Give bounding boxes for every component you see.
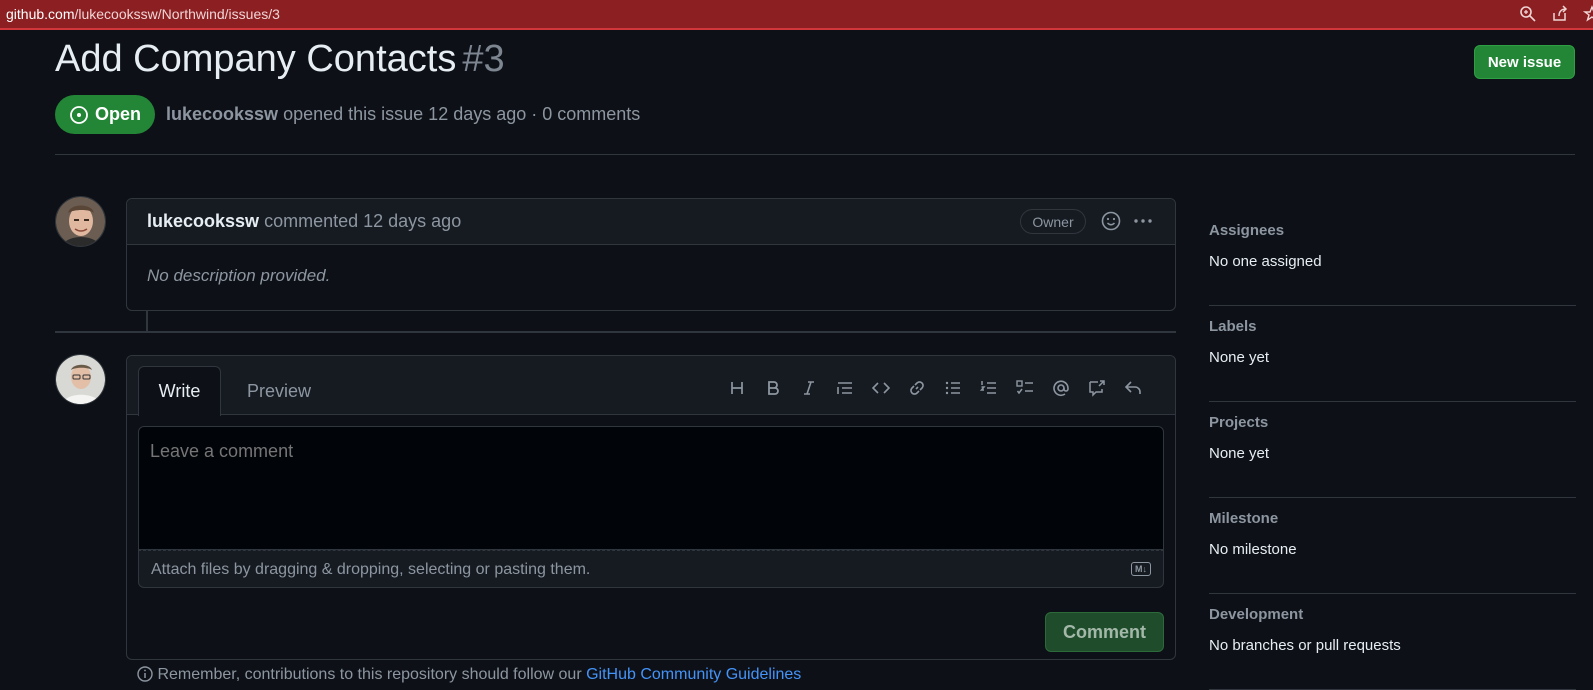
sidebar-value: No one assigned <box>1209 253 1322 270</box>
numbered-list-icon[interactable] <box>971 376 1007 400</box>
tab-preview[interactable]: Preview <box>239 366 319 416</box>
browser-address-bar[interactable]: github.com/lukecookssw/Northwind/issues/… <box>0 0 1593 30</box>
sidebar-development[interactable]: Development No branches or pull requests <box>1209 594 1576 690</box>
reference-icon[interactable] <box>1079 376 1115 400</box>
sidebar-milestone[interactable]: Milestone No milestone <box>1209 498 1576 594</box>
sidebar-heading[interactable]: Projects <box>1209 414 1268 431</box>
comment-body: No description provided. <box>147 266 331 285</box>
issue-title-text: Add Company Contacts <box>55 38 457 80</box>
comment-editor: Write Preview Attach files by dragging &… <box>126 355 1176 660</box>
sidebar-value: None yet <box>1209 445 1270 462</box>
issue-meta-text: opened this issue 12 days ago · 0 commen… <box>283 104 641 124</box>
markdown-icon[interactable]: M↓ <box>1131 562 1151 576</box>
sidebar-heading[interactable]: Labels <box>1209 318 1257 335</box>
sidebar-assignees[interactable]: Assignees No one assigned <box>1209 210 1576 306</box>
sidebar-projects[interactable]: Projects None yet <box>1209 402 1576 498</box>
sidebar-labels[interactable]: Labels None yet <box>1209 306 1576 402</box>
sidebar-value: No branches or pull requests <box>1209 637 1401 654</box>
issue-title: Add Company Contacts #3 <box>55 38 505 81</box>
reply-icon[interactable] <box>1115 376 1151 400</box>
task-list-icon[interactable] <box>1007 376 1043 400</box>
issue-meta: lukecookssw opened this issue 12 days ag… <box>166 104 640 125</box>
heading-icon[interactable] <box>719 376 755 400</box>
comment-input[interactable] <box>138 426 1164 550</box>
zoom-icon[interactable] <box>1519 5 1537 23</box>
comment-submit-button[interactable]: Comment <box>1045 612 1164 652</box>
comment-timestamp[interactable]: commented 12 days ago <box>264 211 461 231</box>
add-reaction-icon[interactable] <box>1099 209 1123 233</box>
comment-header: lukecookssw commented 12 days ago Owner <box>127 199 1175 245</box>
attach-files-text: Attach files by dragging & dropping, sel… <box>151 561 591 578</box>
kebab-menu-icon[interactable] <box>1131 209 1155 233</box>
comment-author-link[interactable]: lukecookssw <box>147 211 259 231</box>
new-issue-button[interactable]: New issue <box>1474 45 1575 79</box>
sidebar-value: None yet <box>1209 349 1270 366</box>
issue-author-link[interactable]: lukecookssw <box>166 104 278 124</box>
sidebar-value: No milestone <box>1209 541 1297 558</box>
sidebar-heading[interactable]: Milestone <box>1209 510 1278 527</box>
share-icon[interactable] <box>1551 5 1569 23</box>
info-icon <box>137 666 153 682</box>
link-icon[interactable] <box>899 376 935 400</box>
issue-number: #3 <box>462 38 505 80</box>
current-user-avatar[interactable] <box>55 354 106 405</box>
tab-write[interactable]: Write <box>138 366 221 416</box>
url-text[interactable]: github.com/lukecookssw/Northwind/issues/… <box>6 6 280 22</box>
issue-state-badge: Open <box>55 95 155 134</box>
url-path: /lukecookssw/Northwind/issues/3 <box>74 6 280 22</box>
issue-state-label: Open <box>94 104 141 124</box>
commenter-avatar[interactable] <box>55 196 106 247</box>
url-host: github.com <box>6 6 75 22</box>
header-divider <box>55 154 1575 155</box>
browser-toolbar-icons <box>1519 5 1593 23</box>
community-guidelines-note: Remember, contributions to this reposito… <box>137 666 801 684</box>
code-icon[interactable] <box>863 376 899 400</box>
markdown-toolbar <box>719 376 1151 400</box>
mention-icon[interactable] <box>1043 376 1079 400</box>
attach-files-area[interactable]: Attach files by dragging & dropping, sel… <box>138 550 1164 588</box>
timeline-divider <box>55 331 1176 333</box>
timeline-line <box>146 311 148 331</box>
bookmark-star-icon[interactable] <box>1583 5 1593 23</box>
issue-comment: lukecookssw commented 12 days ago Owner … <box>126 198 1176 311</box>
comment-meta: lukecookssw commented 12 days ago <box>147 211 461 232</box>
issue-sidebar: Assignees No one assigned Labels None yet … <box>1209 210 1576 690</box>
editor-header: Write Preview <box>127 356 1175 416</box>
owner-badge: Owner <box>1020 209 1086 234</box>
quote-icon[interactable] <box>827 376 863 400</box>
sidebar-heading[interactable]: Development <box>1209 606 1303 623</box>
bulleted-list-icon[interactable] <box>935 376 971 400</box>
sidebar-heading[interactable]: Assignees <box>1209 222 1284 239</box>
issue-opened-icon <box>70 105 88 124</box>
guidelines-link[interactable]: GitHub Community Guidelines <box>586 666 801 683</box>
italic-icon[interactable] <box>791 376 827 400</box>
bold-icon[interactable] <box>755 376 791 400</box>
guideline-text: Remember, contributions to this reposito… <box>157 666 587 683</box>
